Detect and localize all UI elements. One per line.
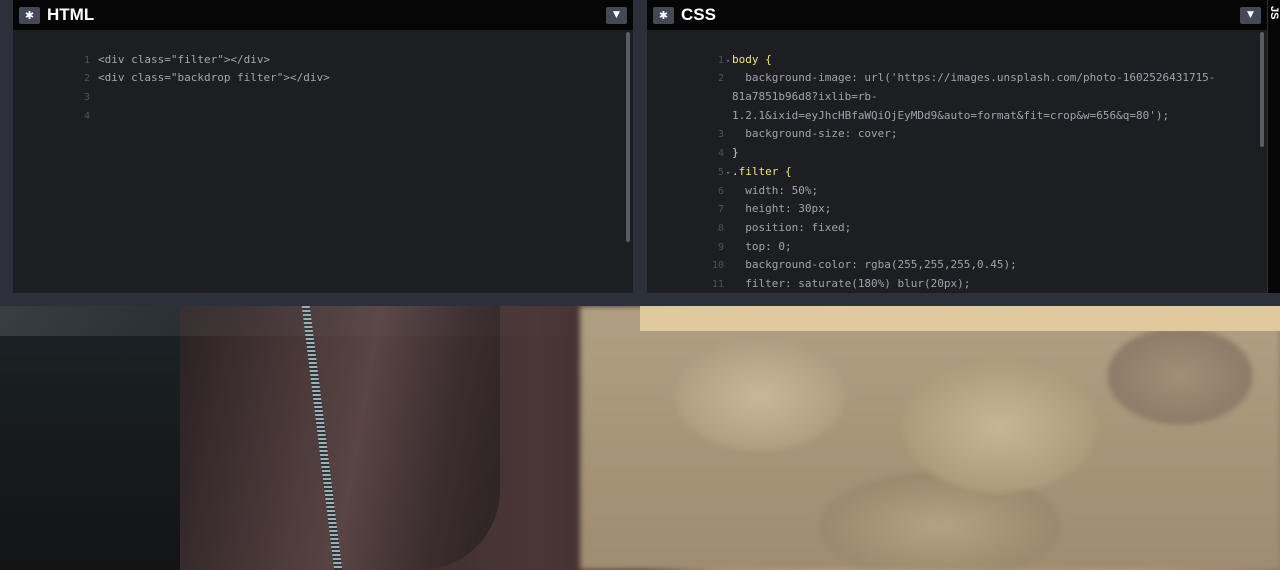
code-line: 4 — [13, 88, 633, 122]
code-line: 6 width: 50%; — [647, 163, 1267, 197]
css-code-editor[interactable]: 1 ▾ body { 2 background-image: url('https:… — [647, 32, 1267, 293]
js-editor-collapsed[interactable]: JS — [1268, 0, 1280, 293]
backdrop-filter-bar — [640, 306, 1280, 331]
code-line: 3 — [13, 69, 633, 103]
code-line: 12} — [647, 275, 1267, 293]
html-editor-panel: ✱ HTML ▼ 1 <div class="filter"></div> 2 <d… — [13, 0, 633, 293]
chevron-down-icon: ▼ — [613, 10, 620, 20]
editor-area: ✱ HTML ▼ 1 <div class="filter"></div> 2 <d… — [0, 0, 1280, 293]
html-scrollbar[interactable] — [626, 32, 630, 242]
css-editor-panel: ✱ CSS ▼ 1 ▾ body { 2 background-image: url… — [647, 0, 1267, 293]
code-line: 1.2.1&ixid=eyJhcHBfaWQiOjEyMDd9&auto=for… — [647, 88, 1267, 122]
line-number: 4 — [83, 110, 90, 122]
code-line: 10 background-color: rgba(255,255,255,0.… — [647, 238, 1267, 271]
code-line: 7 height: 30px; — [647, 182, 1267, 215]
html-code-editor[interactable]: 1 <div class="filter"></div> 2 <div class=… — [13, 32, 633, 122]
code-line: 3 background-size: cover; — [647, 107, 1267, 140]
preview-photo-sleeve — [180, 306, 500, 570]
gear-icon: ✱ — [658, 9, 669, 22]
filter-bar — [0, 306, 640, 336]
gear-icon: ✱ — [24, 9, 35, 22]
code-line: 4} — [647, 125, 1267, 159]
html-collapse-button[interactable]: ▼ — [606, 7, 627, 24]
js-panel-title: JS — [1268, 6, 1280, 20]
css-settings-button[interactable]: ✱ — [653, 7, 674, 24]
resize-handle[interactable] — [0, 293, 1280, 307]
code-line: 1 ▾ body { — [647, 32, 1267, 66]
html-panel-header: ✱ HTML ▼ — [13, 0, 633, 30]
html-panel-title: HTML — [47, 5, 95, 24]
code-line: 11 filter: saturate(180%) blur(20px); — [647, 256, 1267, 290]
result-preview[interactable] — [0, 306, 1280, 570]
css-panel-title: CSS — [681, 5, 716, 24]
code-line: 9 top: 0; — [647, 219, 1267, 253]
code-line: 81a7851b96d8?ixlib=rb- — [647, 69, 1267, 103]
code-line: 1 <div class="filter"></div> — [13, 32, 633, 66]
code-line: 5 ▾ .filter { — [647, 144, 1267, 178]
css-panel-header: ✱ CSS ▼ — [647, 0, 1267, 30]
code-line: 2 <div class="backdrop filter"></div> — [13, 51, 633, 84]
chevron-down-icon: ▼ — [1247, 10, 1254, 20]
code-line: 2 background-image: url('https://images.… — [647, 51, 1267, 84]
code-line: 8 position: fixed; — [647, 200, 1267, 234]
html-settings-button[interactable]: ✱ — [19, 7, 40, 24]
css-scrollbar[interactable] — [1260, 32, 1264, 147]
css-collapse-button[interactable]: ▼ — [1240, 7, 1261, 24]
preview-photo-rocks — [580, 306, 1280, 570]
